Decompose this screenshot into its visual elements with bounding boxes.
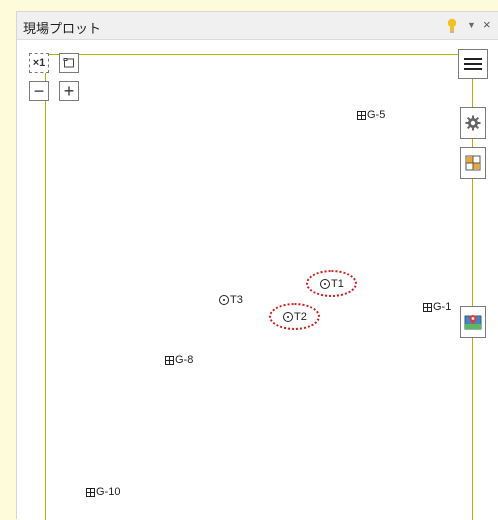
target-point-icon xyxy=(219,295,229,305)
plot-canvas[interactable]: ×1 − + G-5 G-1 G-8 G-10 T1 T2 T3 xyxy=(19,41,498,520)
zoom-in-label: + xyxy=(63,80,75,101)
map-view-button[interactable] xyxy=(460,306,486,338)
target-point-icon xyxy=(283,312,293,322)
grid-point-icon xyxy=(86,487,95,497)
target-marker-t2[interactable]: T2 xyxy=(283,311,307,323)
close-icon[interactable]: × xyxy=(483,17,491,32)
grid-marker-g1[interactable]: G-1 xyxy=(423,301,451,313)
fit-frame-button[interactable] xyxy=(59,53,79,73)
menu-button[interactable] xyxy=(458,49,488,79)
target-marker-t3[interactable]: T3 xyxy=(219,294,243,306)
panel-titlebar: 現場プロット ▼ × xyxy=(17,12,498,40)
menu-icon xyxy=(464,58,482,70)
map-pin-icon xyxy=(464,315,482,330)
marker-label: G-1 xyxy=(433,301,452,313)
target-point-icon xyxy=(320,279,330,289)
marker-label: G-10 xyxy=(96,486,121,498)
zoom-in-button[interactable]: + xyxy=(59,81,79,101)
layers-icon xyxy=(465,155,481,171)
plot-boundary-top xyxy=(45,54,473,55)
target-marker-t1[interactable]: T1 xyxy=(320,278,344,290)
gear-icon xyxy=(465,115,481,131)
zoom-reset-label: ×1 xyxy=(32,57,46,69)
marker-label: T3 xyxy=(230,294,243,306)
marker-label: T1 xyxy=(331,278,344,290)
plot-boundary-left xyxy=(45,54,46,520)
zoom-out-button[interactable]: − xyxy=(29,81,49,101)
zoom-out-label: − xyxy=(33,80,45,101)
layer-button[interactable] xyxy=(460,147,486,179)
zoom-reset-button[interactable]: ×1 xyxy=(29,53,49,73)
marker-label: G-8 xyxy=(175,354,194,366)
panel-title: 現場プロット xyxy=(23,21,102,36)
grid-point-icon xyxy=(165,355,174,365)
marker-label: G-5 xyxy=(367,109,386,121)
marker-label: T2 xyxy=(294,311,307,323)
grid-point-icon xyxy=(423,302,432,312)
grid-marker-g8[interactable]: G-8 xyxy=(165,354,193,366)
settings-button[interactable] xyxy=(460,107,486,139)
site-plot-panel: 現場プロット ▼ × ×1 − + G-5 G-1 G-8 G-10 T1 T2… xyxy=(16,11,498,520)
grid-marker-g5[interactable]: G-5 xyxy=(357,109,385,121)
grid-marker-g10[interactable]: G-10 xyxy=(86,486,120,498)
grid-point-icon xyxy=(357,110,366,120)
lightbulb-icon[interactable] xyxy=(447,18,457,34)
frame-icon xyxy=(63,58,74,68)
dropdown-arrow-icon[interactable]: ▼ xyxy=(467,20,476,30)
